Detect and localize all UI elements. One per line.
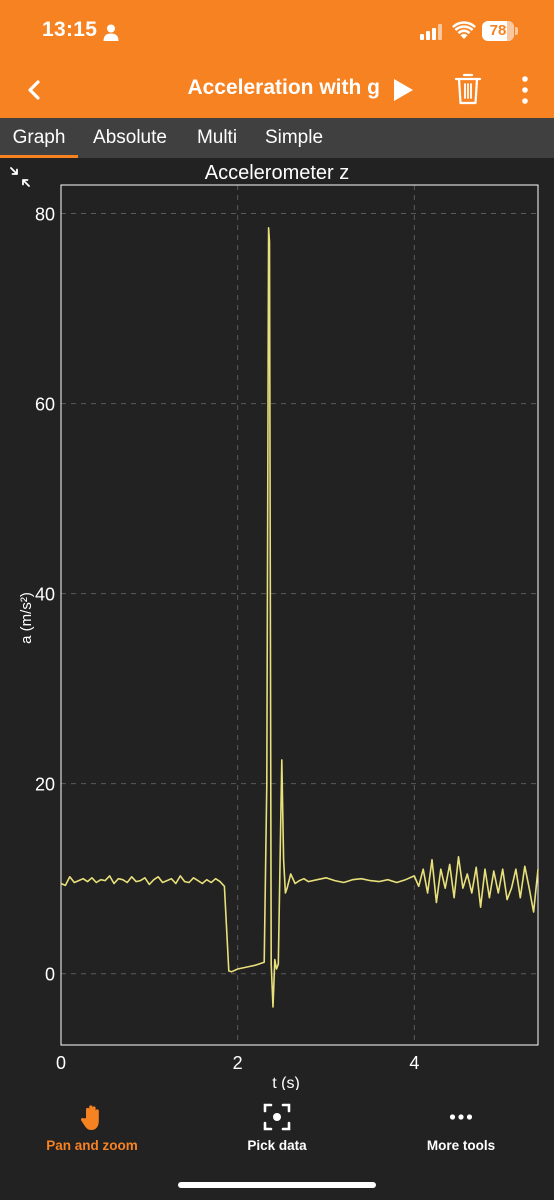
experiment-title: Acceleration with g <box>187 76 380 99</box>
plot-frame <box>60 184 539 1046</box>
bottom-toolbar: Pan and zoom Pick data More tools <box>0 1090 554 1200</box>
chart-title: Accelerometer z <box>205 162 350 184</box>
graph-area[interactable]: 0 20 40 60 80 0 2 4 Accelerometer z t (s) a (m/… <box>0 158 554 1090</box>
hand-icon <box>80 1105 99 1130</box>
y-tick-label: 40 <box>35 585 55 605</box>
back-chevron-icon <box>28 80 40 100</box>
top-bar: 13:15 78 Acceleration with g <box>0 0 554 118</box>
more-vert-icon <box>522 76 528 104</box>
x-axis-label: t (s) <box>272 1075 300 1090</box>
x-tick-label: 2 <box>233 1053 243 1073</box>
overflow-menu-button[interactable] <box>515 72 535 108</box>
y-tick-label: 60 <box>35 395 55 415</box>
status-bar: 13:15 78 <box>0 0 554 62</box>
trash-icon <box>454 73 482 105</box>
play-icon <box>394 79 413 101</box>
home-indicator <box>178 1182 376 1188</box>
y-tick-label: 20 <box>35 775 55 795</box>
tab-simple[interactable]: Simple <box>256 118 332 158</box>
tab-multi[interactable]: Multi <box>186 118 248 158</box>
back-button[interactable] <box>18 74 50 106</box>
cellular-signal-icon <box>420 24 442 40</box>
tab-absolute[interactable]: Absolute <box>82 118 178 158</box>
view-tabs: Graph Absolute Multi Simple <box>0 118 554 158</box>
more-tools-button[interactable]: More tools <box>381 1100 541 1162</box>
pan-and-zoom-label: Pan and zoom <box>46 1138 138 1153</box>
tab-graph[interactable]: Graph <box>0 118 78 158</box>
crosshair-icon <box>263 1103 291 1131</box>
pick-data-button[interactable]: Pick data <box>197 1100 357 1162</box>
x-tick-label: 4 <box>409 1053 419 1073</box>
battery-percent: 78 <box>489 22 507 39</box>
y-axis-label: a (m/s²) <box>18 592 35 644</box>
x-tick-label: 0 <box>56 1053 66 1073</box>
accelerometer-chart[interactable]: 0 20 40 60 80 0 2 4 Accelerometer z t (s) a (m/… <box>0 158 554 1090</box>
app-bar: Acceleration with g <box>0 62 554 118</box>
more-horiz-icon <box>449 1114 473 1120</box>
series-line-accelerometer-z <box>60 227 539 1008</box>
person-icon <box>103 24 119 41</box>
pick-data-label: Pick data <box>247 1138 307 1153</box>
more-tools-label: More tools <box>426 1138 496 1153</box>
pan-and-zoom-button[interactable]: Pan and zoom <box>12 1100 172 1162</box>
delete-button[interactable] <box>452 70 484 108</box>
y-tick-label: 0 <box>45 965 55 985</box>
battery-indicator: 78 <box>482 21 518 41</box>
wifi-icon <box>452 21 476 39</box>
collapse-arrows-icon[interactable] <box>10 167 30 187</box>
play-button[interactable] <box>388 74 418 106</box>
status-time: 13:15 <box>42 18 98 41</box>
y-tick-label: 80 <box>35 205 55 225</box>
